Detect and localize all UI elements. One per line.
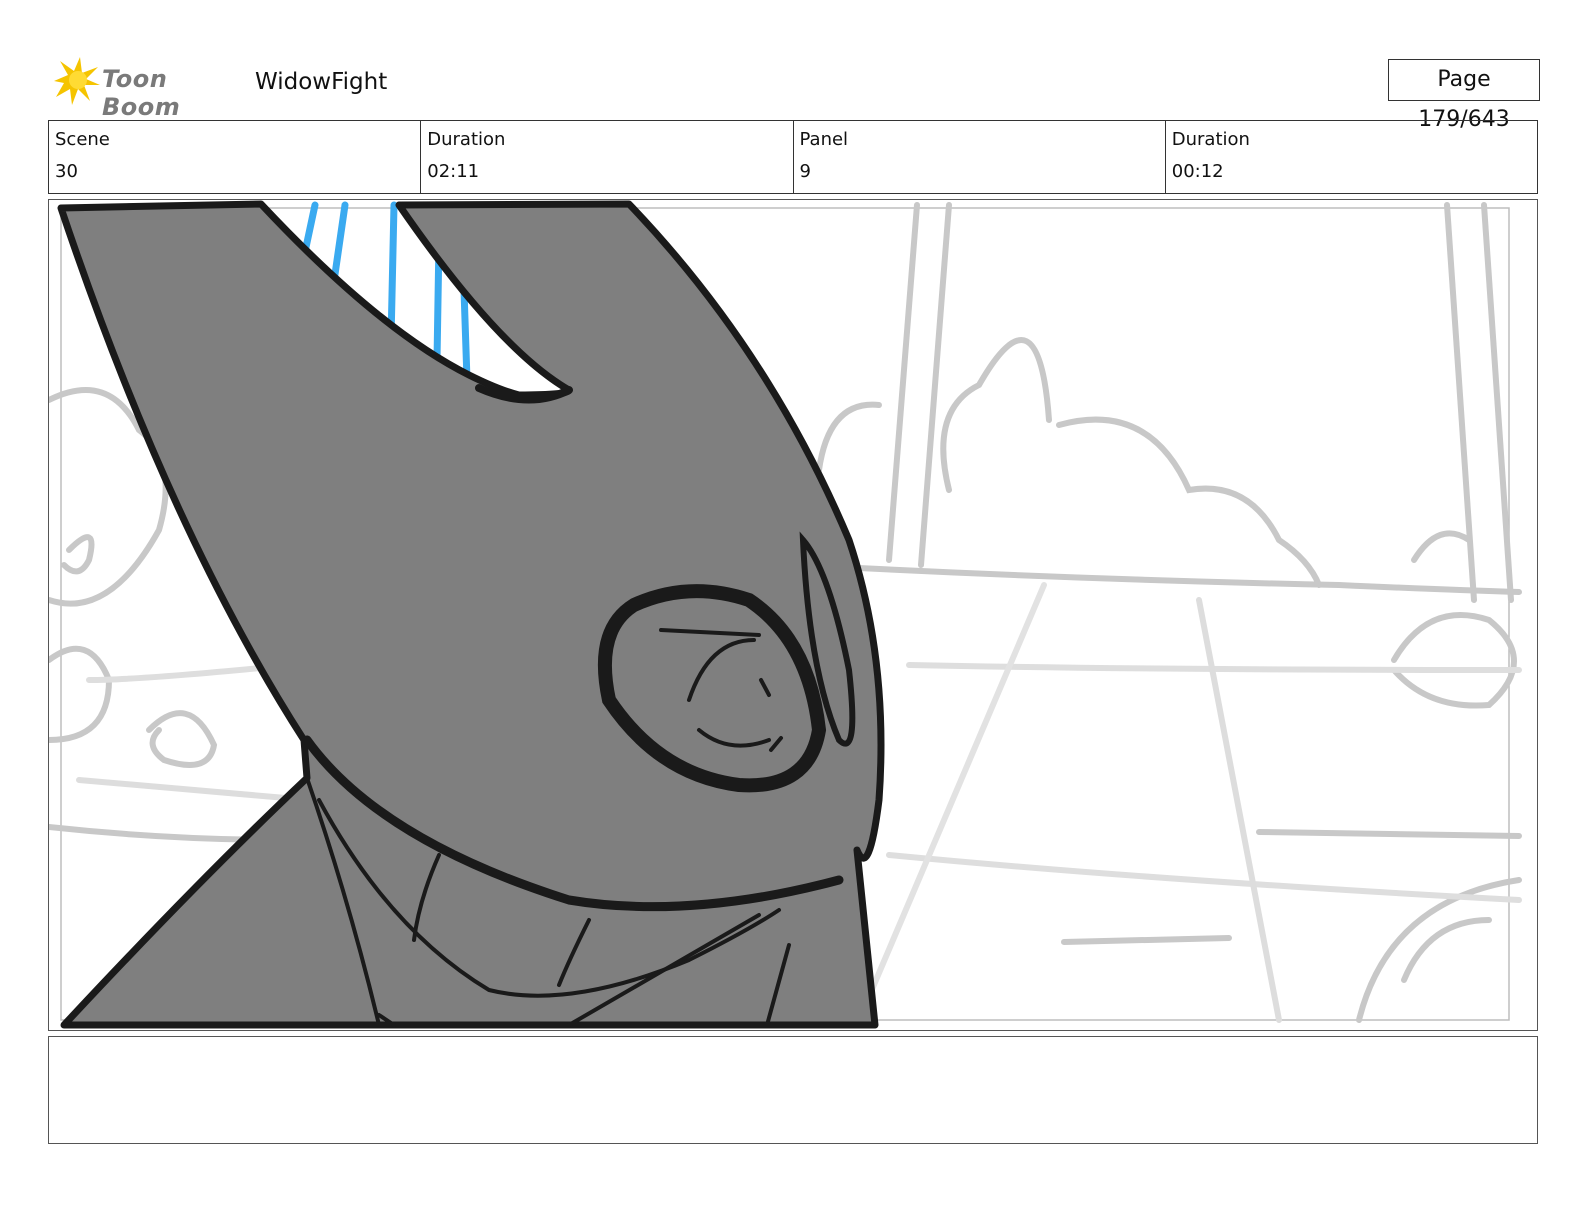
scene-duration-value: 02:11 (427, 161, 480, 182)
panel-drawing (49, 200, 1522, 1029)
panel-duration-value: 00:12 (1171, 161, 1224, 182)
scene-duration-label: Duration (427, 129, 506, 150)
scene-duration-cell: Duration 02:11 (420, 121, 792, 193)
starburst-icon (54, 57, 100, 105)
storyboard-panel-image (48, 199, 1538, 1031)
panel-cell: Panel 9 (792, 121, 1165, 193)
panel-duration-cell: Duration 00:12 (1164, 121, 1537, 193)
panel-label: Panel (799, 129, 849, 150)
page-header: Toon Boom WidowFight Page 179/643 (50, 55, 1540, 132)
toon-boom-logo: Toon Boom (50, 55, 250, 121)
panel-value: 9 (799, 161, 811, 182)
scene-info-table: Scene 30 Duration 02:11 Panel 9 Duration… (48, 120, 1538, 194)
panel-duration-label: Duration (1171, 129, 1250, 150)
project-title: WidowFight (255, 69, 388, 95)
scene-label: Scene (55, 129, 110, 150)
scene-value: 30 (55, 161, 78, 182)
scene-cell: Scene 30 (49, 121, 420, 193)
logo-text: Toon Boom (102, 65, 181, 121)
panel-notes-area (48, 1036, 1538, 1144)
page-number: Page 179/643 (1388, 59, 1540, 132)
